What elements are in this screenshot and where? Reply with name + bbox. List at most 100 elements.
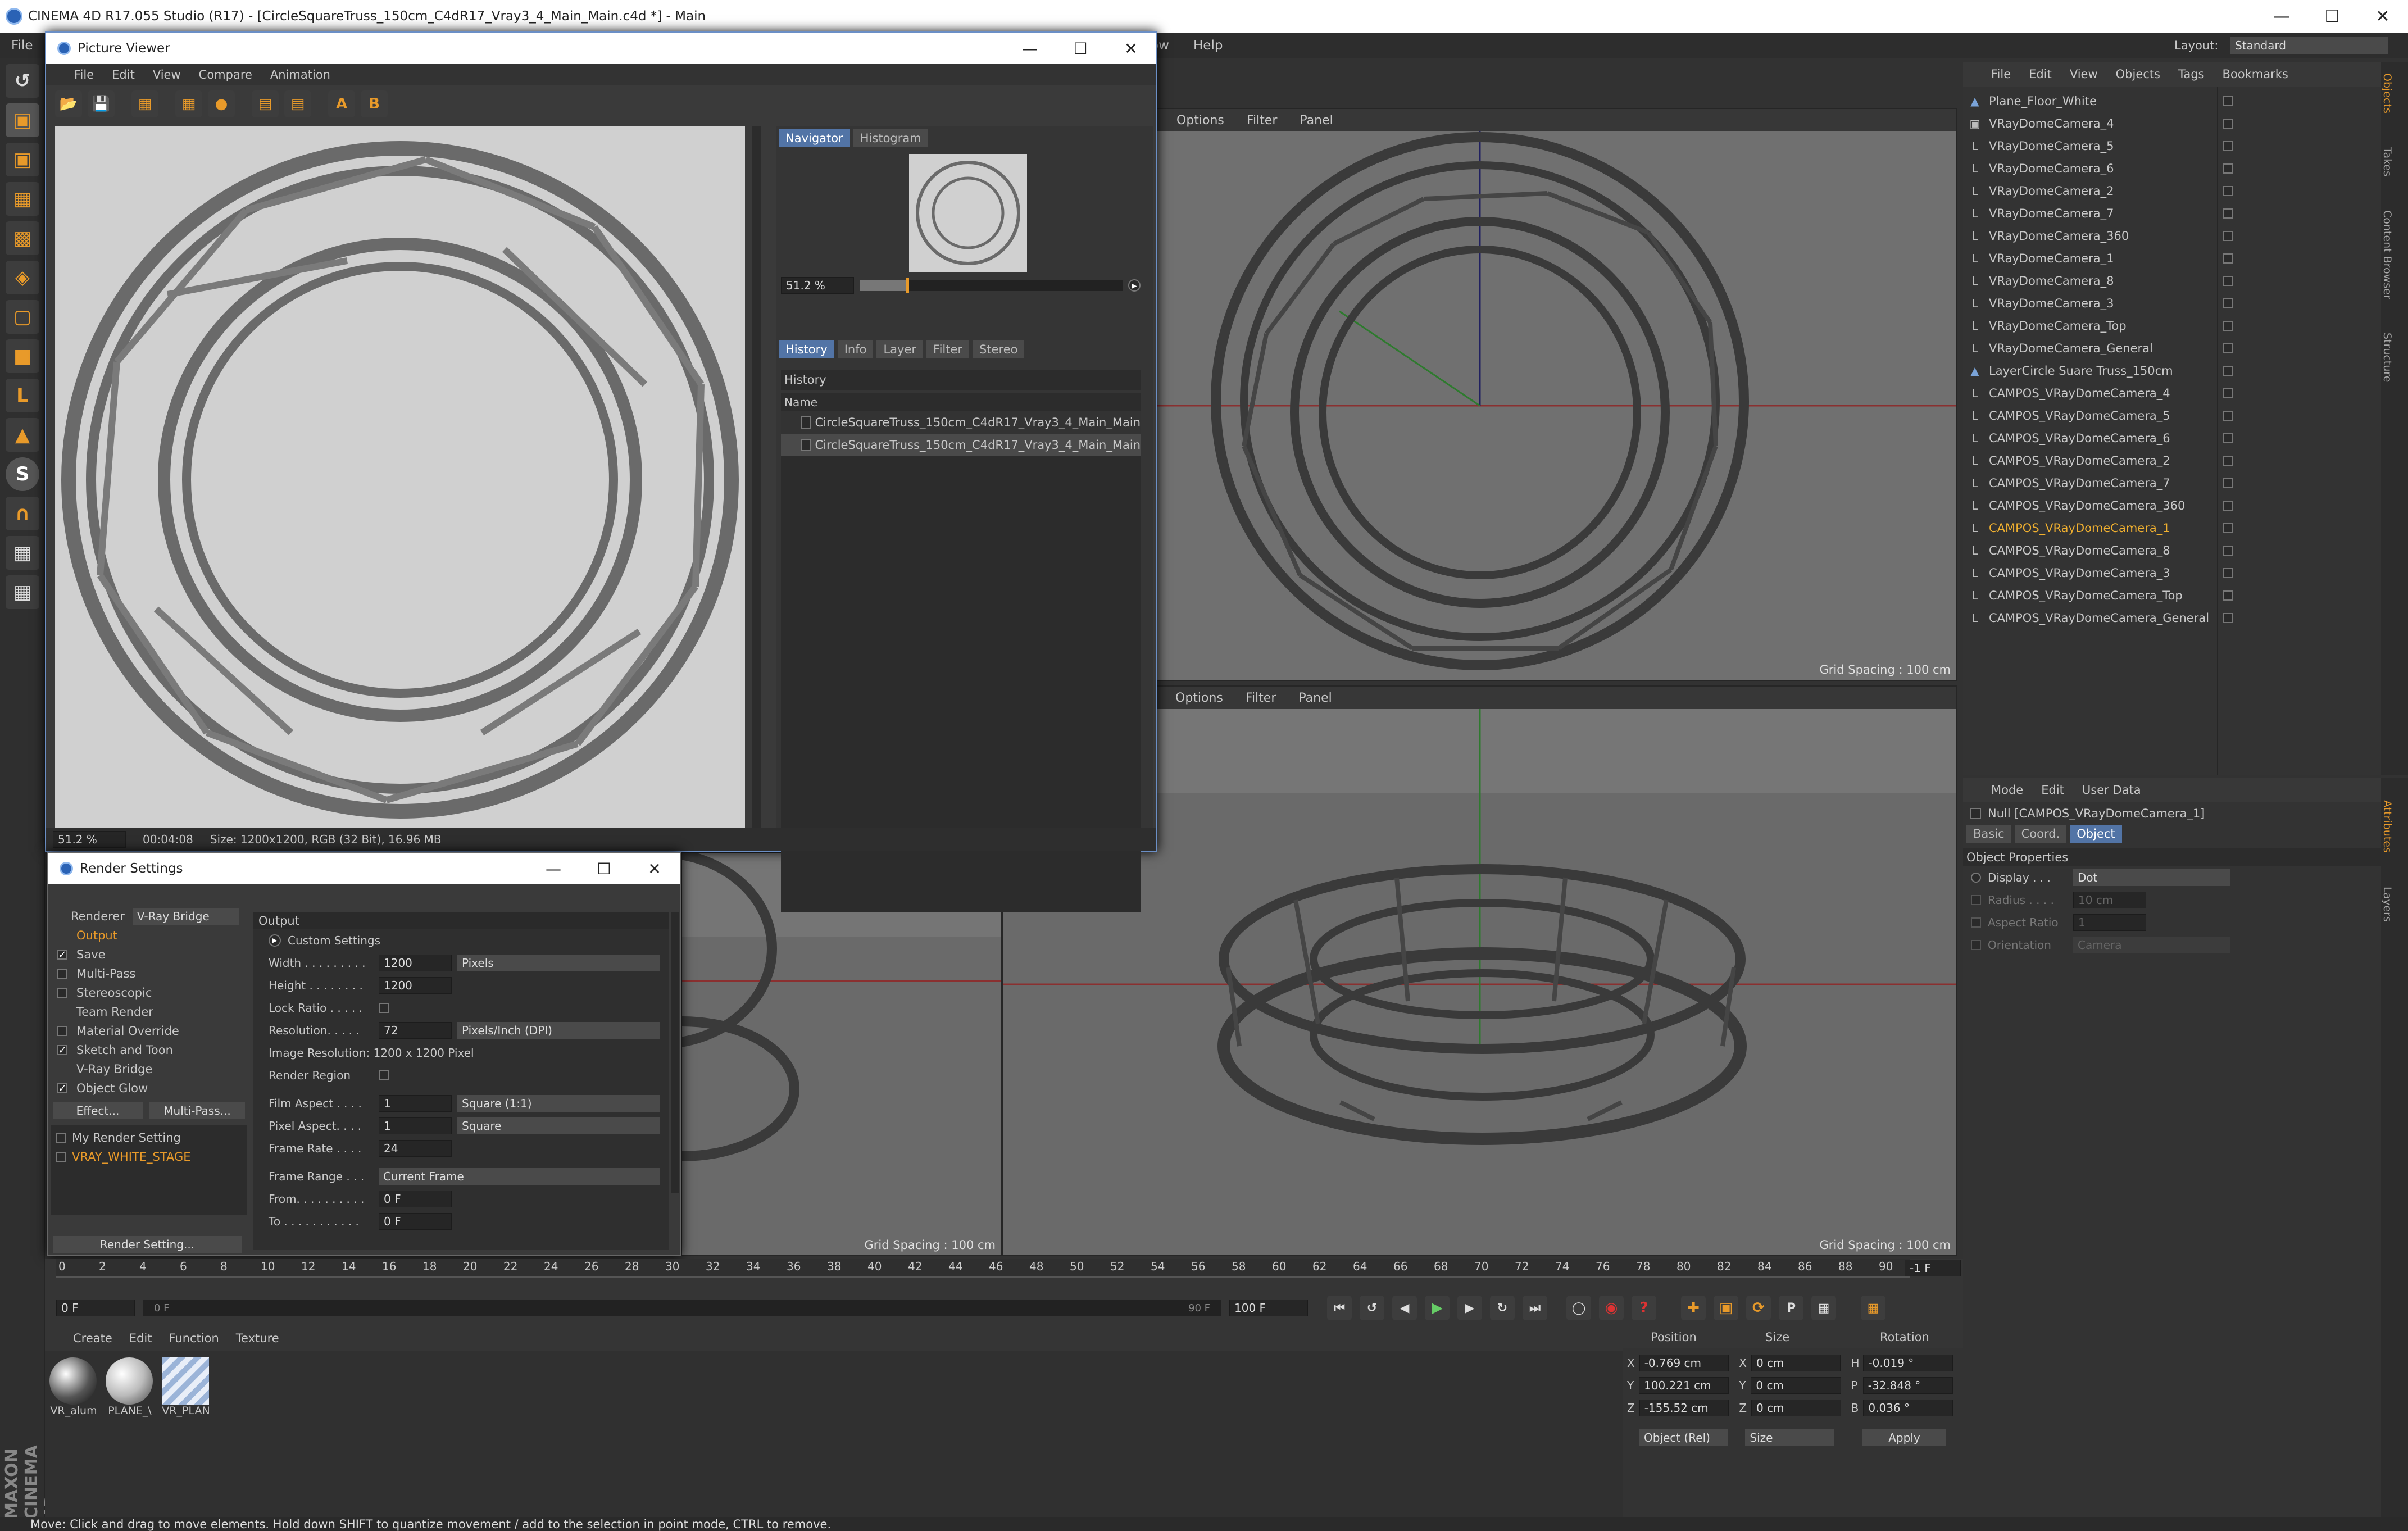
film-aspect-field[interactable]: 1 xyxy=(379,1095,452,1112)
side-tab-objects[interactable]: Objects xyxy=(2381,73,2393,113)
history-item[interactable]: CircleSquareTruss_150cm_C4dR17_Vray3_4_M… xyxy=(781,411,1141,434)
visibility-toggle-icon[interactable] xyxy=(2223,568,2233,578)
vp-filter-menu[interactable]: Filter xyxy=(1247,113,1277,128)
render-category-checkbox[interactable] xyxy=(57,969,67,979)
render-category-item[interactable]: V-Ray Bridge xyxy=(51,1060,247,1079)
minimize-icon[interactable]: — xyxy=(528,853,579,884)
render-category-checkbox[interactable] xyxy=(57,988,67,998)
visibility-toggle-icon[interactable] xyxy=(2223,590,2233,601)
tab-histogram[interactable]: Histogram xyxy=(853,129,928,147)
am-menu-user-data[interactable]: User Data xyxy=(2082,783,2141,797)
apply-button[interactable]: Apply xyxy=(1862,1429,1947,1446)
om-menu-objects[interactable]: Objects xyxy=(2116,67,2160,81)
render-category-checkbox[interactable]: ✓ xyxy=(57,949,67,961)
tab-stereo[interactable]: Stereo xyxy=(973,340,1025,358)
visibility-toggle-icon[interactable] xyxy=(2223,523,2233,533)
mm-menu-edit[interactable]: Edit xyxy=(129,1332,152,1345)
om-menu-view[interactable]: View xyxy=(2070,67,2098,81)
width-unit-select[interactable]: Pixels xyxy=(457,955,660,971)
material-item[interactable]: VR_PLAN xyxy=(162,1357,210,1417)
coord-field-rot[interactable]: -0.019 ° xyxy=(1863,1355,1953,1371)
current-frame-field[interactable]: -1 F xyxy=(1905,1260,1961,1276)
mm-menu-create[interactable]: Create xyxy=(73,1332,112,1345)
render-active-icon[interactable]: ● xyxy=(208,90,235,117)
zoom-field[interactable]: 51.2 % xyxy=(781,277,854,294)
display-select[interactable]: Dot xyxy=(2073,869,2230,886)
render-region-checkbox[interactable] xyxy=(379,1070,389,1080)
render-category-item[interactable]: ✓ Object Glow xyxy=(51,1079,247,1098)
object-row[interactable]: L VRayDomeCamera_7 xyxy=(1963,202,2408,225)
om-menu-bookmarks[interactable]: Bookmarks xyxy=(2223,67,2288,81)
coord-field-size[interactable]: 0 cm xyxy=(1751,1400,1841,1416)
object-row[interactable]: L VRayDomeCamera_General xyxy=(1963,337,2408,360)
viewport-bottom-left[interactable]: Grid Spacing : 100 cm xyxy=(681,852,1002,1256)
object-row[interactable]: L VRayDomeCamera_Top xyxy=(1963,315,2408,337)
visibility-toggle-icon[interactable] xyxy=(2223,343,2233,353)
to-field[interactable]: 0 F xyxy=(379,1213,452,1230)
vp-filter-menu[interactable]: Filter xyxy=(1246,691,1276,705)
maximize-icon[interactable]: ☐ xyxy=(2307,0,2357,33)
minimize-icon[interactable]: — xyxy=(2256,0,2307,33)
axis-mode-icon[interactable]: L xyxy=(6,379,39,412)
lock-ratio-checkbox[interactable] xyxy=(379,1003,389,1013)
coord-field-pos[interactable]: -155.52 cm xyxy=(1639,1400,1729,1416)
render-category-item[interactable]: Team Render xyxy=(51,1002,247,1021)
visibility-toggle-icon[interactable] xyxy=(2223,366,2233,376)
object-row[interactable]: L VRayDomeCamera_1 xyxy=(1963,247,2408,270)
prev-frame-icon[interactable]: ◀ xyxy=(1392,1296,1417,1320)
visibility-toggle-icon[interactable] xyxy=(2223,613,2233,623)
coord-mode-select[interactable]: Object (Rel) xyxy=(1639,1429,1729,1446)
model-mode-icon[interactable]: ▣ xyxy=(6,143,39,176)
object-row[interactable]: L CAMPOS_VRayDomeCamera_3 xyxy=(1963,562,2408,584)
output-scrollbar[interactable] xyxy=(671,912,679,1193)
end-frame-field[interactable]: 100 F xyxy=(1229,1300,1308,1316)
history-item[interactable]: CircleSquareTruss_150cm_C4dR17_Vray3_4_M… xyxy=(781,434,1141,456)
pixel-aspect-select[interactable]: Square xyxy=(457,1117,660,1134)
render-category-checkbox[interactable] xyxy=(57,1026,67,1036)
visibility-toggle-icon[interactable] xyxy=(2223,298,2233,308)
coord-field-pos[interactable]: -0.769 cm xyxy=(1639,1355,1729,1371)
save-icon[interactable]: 💾 xyxy=(88,90,115,117)
visibility-toggle-icon[interactable] xyxy=(2223,141,2233,151)
pv-menu-edit[interactable]: Edit xyxy=(112,68,135,81)
minimize-icon[interactable]: — xyxy=(1005,33,1055,64)
render-category-item[interactable]: ✓ Sketch and Toon xyxy=(51,1041,247,1060)
make-editable-icon[interactable]: ▣ xyxy=(6,103,39,137)
object-row[interactable]: ▣ VRayDomeCamera_4 xyxy=(1963,112,2408,135)
object-row[interactable]: L CAMPOS_VRayDomeCamera_4 xyxy=(1963,382,2408,405)
visibility-toggle-icon[interactable] xyxy=(2223,546,2233,556)
om-menu-tags[interactable]: Tags xyxy=(2178,67,2205,81)
render-category-checkbox[interactable]: ✓ xyxy=(57,1083,67,1094)
coord-field-pos[interactable]: 100.221 cm xyxy=(1639,1377,1729,1394)
close-icon[interactable]: ✕ xyxy=(2357,0,2408,33)
tab-navigator[interactable]: Navigator xyxy=(779,129,850,147)
frame-range-slider[interactable]: 0 F 90 F xyxy=(143,1300,1221,1316)
rotation-key-icon[interactable]: ⟳ xyxy=(1746,1296,1771,1320)
image-scrollbar[interactable] xyxy=(752,126,761,837)
open-icon[interactable]: 📂 xyxy=(55,90,82,117)
object-row[interactable]: L CAMPOS_VRayDomeCamera_8 xyxy=(1963,539,2408,562)
close-icon[interactable]: ✕ xyxy=(629,853,680,884)
object-row[interactable]: L VRayDomeCamera_360 xyxy=(1963,225,2408,247)
render-category-item[interactable]: Multi-Pass xyxy=(51,964,247,983)
pixel-aspect-field[interactable]: 1 xyxy=(379,1117,452,1134)
side-tab-takes[interactable]: Takes xyxy=(2381,147,2393,176)
film-aspect-select[interactable]: Square (1:1) xyxy=(457,1095,660,1112)
material-item[interactable]: VR_alum xyxy=(49,1357,98,1417)
render-view-icon[interactable]: ▦ xyxy=(175,90,202,117)
menu-help[interactable]: Help xyxy=(1193,38,1223,53)
from-field[interactable]: 0 F xyxy=(379,1191,452,1207)
scale-key-icon[interactable]: ▣ xyxy=(1714,1296,1738,1320)
tab-basic[interactable]: Basic xyxy=(1966,825,2011,843)
visibility-toggle-icon[interactable] xyxy=(2223,478,2233,488)
polygons-mode-icon[interactable]: ■ xyxy=(6,339,39,373)
tab-object[interactable]: Object xyxy=(2070,825,2122,843)
render-category-item[interactable]: Material Override xyxy=(51,1021,247,1041)
pv-menu-file[interactable]: File xyxy=(74,68,94,81)
object-row[interactable]: ▲ LayerCircle Suare Truss_150cm xyxy=(1963,360,2408,382)
tab-info[interactable]: Info xyxy=(837,340,874,358)
copy-icon[interactable]: ▤ xyxy=(252,90,279,117)
object-row[interactable]: L CAMPOS_VRayDomeCamera_1 xyxy=(1963,517,2408,539)
object-row[interactable]: L VRayDomeCamera_8 xyxy=(1963,270,2408,292)
object-row[interactable]: L CAMPOS_VRayDomeCamera_360 xyxy=(1963,494,2408,517)
